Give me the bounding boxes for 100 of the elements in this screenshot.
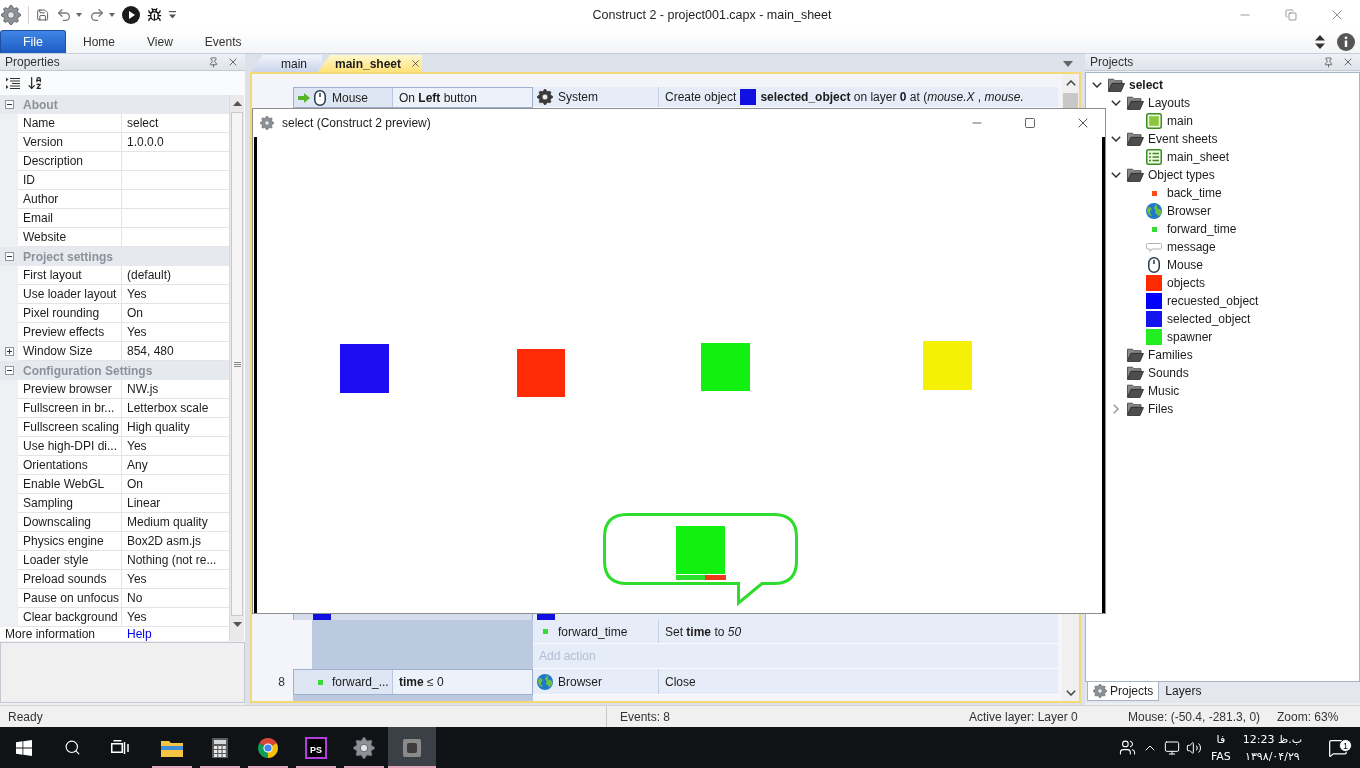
property-value[interactable]: Yes [122,323,229,342]
property-value[interactable]: Letterbox scale [122,399,229,418]
property-value[interactable]: Linear [122,494,229,513]
property-value[interactable]: High quality [122,418,229,437]
play-icon[interactable] [122,6,141,24]
condition-row[interactable]: Mouse On Left button [293,87,533,108]
tree-item[interactable]: Music [1148,384,1180,398]
scroll-down-icon[interactable] [232,622,242,627]
chevron-down-icon[interactable] [1111,172,1121,178]
task-view-icon[interactable] [111,739,129,756]
help-link[interactable]: Help [122,627,152,641]
tree-item[interactable]: select [1129,78,1164,92]
tree-item[interactable]: Event sheets [1148,132,1218,146]
chevron-down-icon[interactable] [1111,136,1121,142]
dropdown-icon[interactable] [76,13,83,17]
tree-item[interactable]: Browser [1167,204,1211,218]
collapse-icon[interactable] [4,100,14,109]
tree-item[interactable]: objects [1167,276,1206,290]
chevron-down-icon[interactable] [1092,82,1102,88]
property-value[interactable]: On [122,304,229,323]
collapse-icon[interactable] [4,252,14,261]
property-name: Preview effects [18,323,122,342]
dropdown-icon[interactable] [109,13,116,17]
tree-item[interactable]: Layouts [1148,96,1191,110]
up-down-arrows-icon[interactable] [1315,34,1325,49]
maximize-icon[interactable] [1023,116,1036,129]
four-panes-icon[interactable] [16,739,32,756]
property-value[interactable]: Yes [122,285,229,304]
tree-item[interactable]: selected_object [1167,312,1251,326]
speaker-icon[interactable] [1185,739,1202,756]
info-icon[interactable] [1337,32,1355,51]
scrollbar-thumb[interactable] [1063,93,1078,108]
property-value[interactable]: Any [122,456,229,475]
scroll-down-icon[interactable] [1065,689,1076,696]
tree-item[interactable]: main [1167,114,1193,128]
tree-item[interactable]: spawner [1167,330,1213,344]
property-value[interactable]: No [122,589,229,608]
sort-icon[interactable] [27,75,43,91]
scroll-up-icon[interactable] [232,101,242,106]
event-count: Events: 8 [620,709,671,724]
document-tab[interactable]: main [251,55,322,72]
pin-icon[interactable] [1323,56,1334,68]
property-name: Author [18,190,122,209]
chevron-right-icon[interactable] [1113,404,1119,414]
property-value[interactable]: On [122,475,229,494]
tree-item[interactable]: Mouse [1167,258,1204,272]
event-number: 8 [278,675,285,689]
clock-button[interactable]: 12:23 ب.ظ ۱۳۹۸/۰۴/۲۹ [1236,730,1308,765]
expand-icon[interactable] [4,347,14,356]
search-icon[interactable] [63,739,81,756]
property-value[interactable]: select [122,114,229,133]
active-layer: Active layer: Layer 0 [969,709,1078,724]
people-icon[interactable] [1119,739,1137,756]
property-value[interactable]: Box2D asm.js [122,532,229,551]
ribbon-tab[interactable]: View [132,30,188,53]
tree-item[interactable]: forward_time [1167,222,1237,236]
condition-row[interactable]: forward_... time ≤ 0 [293,669,533,695]
tree-item[interactable]: Families [1148,348,1193,362]
undo-icon[interactable] [56,7,73,23]
tree-item[interactable]: recuested_object [1167,294,1259,308]
scrollbar-thumb[interactable] [231,112,243,616]
property-value[interactable]: NW.js [122,380,229,399]
property-value[interactable]: Nothing (not re... [122,551,229,570]
property-value[interactable]: 854, 480 [122,342,229,361]
close-icon[interactable] [227,56,239,68]
property-value[interactable]: Yes [122,570,229,589]
document-tab[interactable]: main_sheet [318,55,422,72]
tree-item[interactable]: main_sheet [1167,150,1230,164]
property-value[interactable]: 1.0.0.0 [122,133,229,152]
bug-icon[interactable] [147,6,162,24]
customize-icon[interactable] [169,11,176,19]
close-icon[interactable] [1342,56,1354,68]
ribbon-tab[interactable]: Home [68,30,130,53]
tree-item[interactable]: message [1167,240,1216,254]
notification-icon[interactable] [1328,737,1348,758]
panel-tab[interactable]: Layers [1159,682,1208,701]
close-icon[interactable] [410,58,422,69]
categorized-list-icon[interactable] [6,76,20,90]
tree-item[interactable]: back_time [1167,186,1222,200]
ribbon-tab[interactable]: Events [189,30,257,53]
action-row[interactable]: Browser Close [533,669,1058,695]
scroll-up-icon[interactable] [1065,79,1076,86]
property-value[interactable]: Yes [122,608,229,627]
property-value[interactable]: Medium quality [122,513,229,532]
redo-icon[interactable] [89,7,106,23]
file-menu-button[interactable]: File [0,30,66,53]
panel-tab[interactable]: Projects [1087,682,1160,701]
monitor-icon[interactable] [1163,739,1180,756]
tree-item[interactable]: Files [1148,402,1174,416]
tree-item[interactable]: Object types [1148,168,1215,182]
action-row[interactable]: System Create object selected_object on layer 0 at (mouse.X , mouse. [533,87,1058,108]
collapse-icon[interactable] [4,366,14,375]
tree-item[interactable]: Sounds [1148,366,1189,380]
pin-icon[interactable] [208,56,219,68]
dropdown-icon[interactable] [1063,60,1073,67]
property-value[interactable]: Yes [122,437,229,456]
action-row[interactable]: forward_time Set time to 50 [533,620,1058,644]
save-icon[interactable] [35,7,50,23]
chevron-down-icon[interactable] [1111,100,1121,106]
property-value[interactable]: (default) [122,266,229,285]
